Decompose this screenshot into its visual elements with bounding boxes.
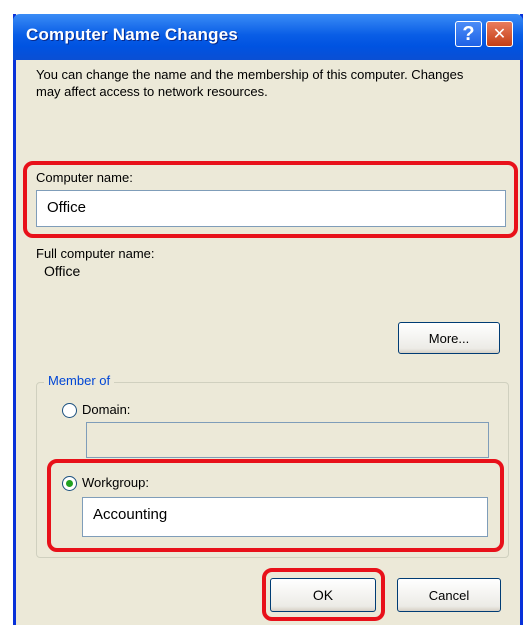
computer-name-label: Computer name: [36,170,133,185]
workgroup-radio[interactable] [62,476,77,491]
domain-input[interactable] [86,422,489,458]
member-of-label: Member of [44,373,115,388]
dialog-title: Computer Name Changes [26,25,239,44]
radio-selected-dot [66,480,73,487]
close-icon: ✕ [492,26,507,43]
dialog-description: You can change the name and the membersh… [36,67,464,99]
full-computer-name-label: Full computer name: [36,246,155,261]
ok-button[interactable]: OK [270,578,376,612]
help-button[interactable]: ? [455,21,482,47]
domain-radio[interactable] [62,403,77,418]
cancel-button[interactable]: Cancel [397,578,501,612]
computer-name-input[interactable]: Office [36,190,506,227]
workgroup-input[interactable]: Accounting [82,497,488,537]
close-button[interactable]: ✕ [486,21,513,47]
domain-label: Domain: [82,402,131,417]
help-icon: ? [462,22,475,45]
full-computer-name-value: Office [44,263,81,279]
more-button[interactable]: More... [398,322,500,354]
workgroup-label: Workgroup: [82,475,149,490]
